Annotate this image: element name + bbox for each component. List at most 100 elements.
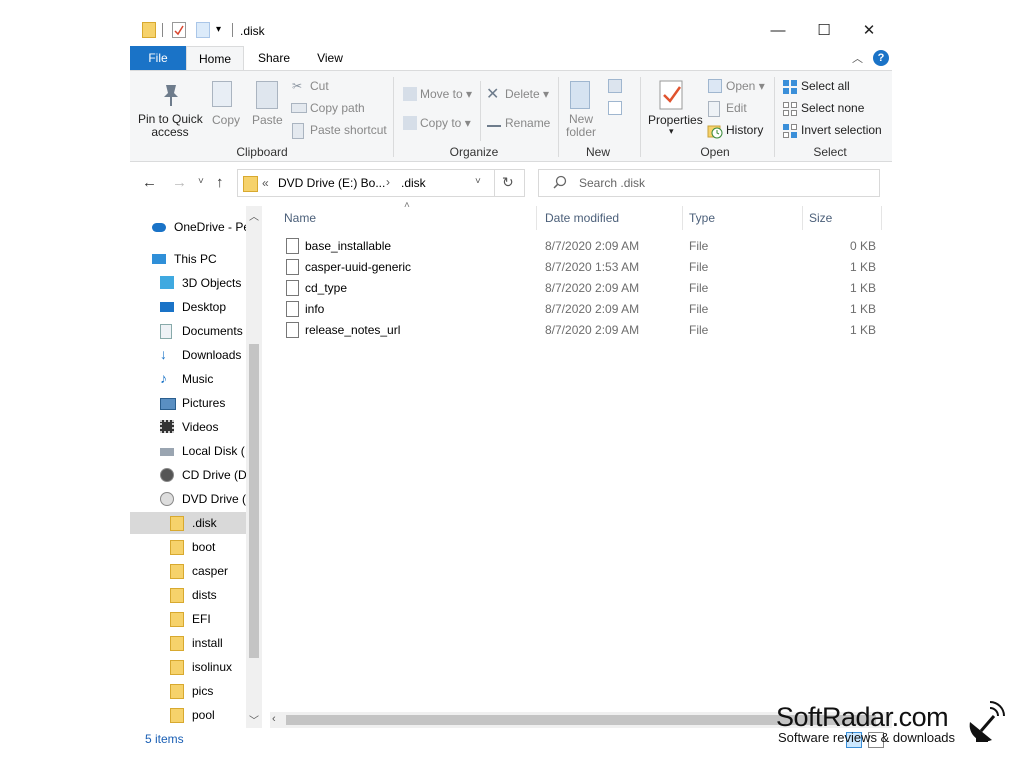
navigation-bar: ← → ˅ ↑ « DVD Drive (E:) Bo... › .disk ˅…	[130, 166, 892, 200]
collapse-ribbon-icon[interactable]: ︿	[852, 50, 863, 66]
close-button[interactable]: ✕	[855, 20, 883, 42]
navigation-pane: OneDrive - Pe This PC 3D Objects Desktop Doc…	[130, 206, 262, 728]
scroll-down-icon[interactable]: ﹀	[249, 712, 259, 727]
cut-button[interactable]: Cut	[310, 79, 329, 93]
back-arrow-icon[interactable]: ←	[142, 174, 157, 191]
nav-item-label: install	[192, 636, 223, 650]
delete-button[interactable]: Delete ▾	[505, 87, 549, 101]
nav-item[interactable]: 3D Objects	[130, 272, 262, 294]
scroll-thumb[interactable]	[249, 344, 259, 658]
invert-selection-button[interactable]: Invert selection	[801, 123, 882, 137]
nav-item[interactable]: casper	[130, 560, 262, 582]
breadcrumb-dvd-drive[interactable]: DVD Drive (E:) Bo...	[278, 176, 385, 190]
paste-icon	[256, 81, 278, 109]
history-button[interactable]: History	[726, 123, 763, 137]
nav-item[interactable]: ♪ Music	[130, 368, 262, 390]
customize-quick-access-icon[interactable]: ▾	[216, 24, 221, 35]
new-item-icon[interactable]	[608, 79, 622, 93]
column-date-modified[interactable]: Date modified	[545, 211, 619, 225]
nav-item[interactable]: Pictures	[130, 392, 262, 414]
easy-access-icon[interactable]	[608, 101, 622, 115]
nav-item[interactable]: CD Drive (D	[130, 464, 262, 486]
nav-item[interactable]: Documents	[130, 320, 262, 342]
nav-pane-scrollbar[interactable]: ︿ ﹀	[246, 206, 262, 728]
nav-item[interactable]: Local Disk (	[130, 440, 262, 462]
minimize-button[interactable]: —	[764, 20, 792, 42]
nav-item-label: Documents	[182, 324, 243, 338]
nav-item-label: Desktop	[182, 300, 227, 314]
column-size[interactable]: Size	[809, 211, 832, 225]
column-name[interactable]: Name	[284, 211, 316, 225]
file-row[interactable]: base_installable 8/7/2020 2:09 AM File 0 KB	[276, 236, 882, 257]
recent-locations-icon[interactable]: ˅	[198, 176, 204, 187]
nav-item[interactable]: .disk	[130, 512, 262, 534]
new-folder-icon[interactable]	[196, 22, 210, 38]
nav-item[interactable]: This PC	[130, 248, 262, 270]
paste-shortcut-button[interactable]: Paste shortcut	[310, 123, 387, 137]
file-row[interactable]: cd_type 8/7/2020 2:09 AM File 1 KB	[276, 278, 882, 299]
tab-home[interactable]: Home	[186, 46, 244, 70]
properties-button[interactable]: Properties	[648, 113, 703, 127]
nav-item-label: boot	[192, 540, 216, 554]
copy-button[interactable]: Copy	[212, 113, 240, 127]
file-date-modified: 8/7/2020 2:09 AM	[545, 281, 640, 295]
new-folder-button[interactable]: New folder	[566, 113, 596, 139]
nav-item[interactable]: install	[130, 632, 262, 654]
select-all-button[interactable]: Select all	[801, 79, 850, 93]
refresh-icon[interactable]: ↻	[502, 174, 514, 191]
file-icon	[286, 280, 299, 296]
nav-item[interactable]: ↓ Downloads	[130, 344, 262, 366]
file-icon	[286, 301, 299, 317]
breadcrumb-overflow[interactable]: «	[262, 176, 269, 190]
scroll-up-icon[interactable]: ︿	[249, 208, 259, 223]
move-to-button[interactable]: Move to ▾	[420, 87, 472, 101]
nav-item[interactable]: DVD Drive (	[130, 488, 262, 510]
properties-dropdown-icon[interactable]: ▾	[669, 126, 674, 137]
rename-button[interactable]: Rename	[505, 116, 550, 130]
paste-button[interactable]: Paste	[252, 113, 283, 127]
tab-file[interactable]: File	[130, 46, 186, 70]
maximize-button[interactable]: ☐	[810, 20, 838, 42]
nav-item[interactable]: pool	[130, 704, 262, 726]
tab-view[interactable]: View	[304, 46, 356, 70]
breadcrumb-disk[interactable]: .disk	[401, 176, 426, 190]
select-none-button[interactable]: Select none	[801, 101, 864, 115]
file-icon	[286, 238, 299, 254]
copy-to-button[interactable]: Copy to ▾	[420, 116, 471, 130]
open-button[interactable]: Open ▾	[726, 79, 765, 93]
tab-share[interactable]: Share	[244, 46, 304, 70]
nav-item[interactable]: Videos	[130, 416, 262, 438]
nav-item[interactable]: OneDrive - Pe	[130, 216, 262, 238]
forward-arrow-icon[interactable]: →	[172, 174, 187, 191]
file-row[interactable]: release_notes_url 8/7/2020 2:09 AM File 1 K…	[276, 320, 882, 341]
move-to-icon	[403, 87, 417, 101]
help-icon[interactable]: ?	[873, 50, 889, 66]
nav-item[interactable]: boot	[130, 536, 262, 558]
edit-button[interactable]: Edit	[726, 101, 747, 115]
nav-item[interactable]: EFI	[130, 608, 262, 630]
nav-item[interactable]: isolinux	[130, 656, 262, 678]
new-group-label: New	[585, 145, 610, 159]
copy-path-button[interactable]: Copy path	[310, 101, 365, 115]
address-dropdown-icon[interactable]: ˅	[475, 176, 481, 187]
file-row[interactable]: casper-uuid-generic 8/7/2020 1:53 AM File 1…	[276, 257, 882, 278]
nav-item[interactable]: Desktop	[130, 296, 262, 318]
nav-item-label: 3D Objects	[182, 276, 242, 290]
file-name: cd_type	[305, 281, 348, 295]
address-bar[interactable]: « DVD Drive (E:) Bo... › .disk ˅ ↻	[237, 169, 525, 197]
properties-icon[interactable]	[172, 22, 186, 38]
up-arrow-icon[interactable]: ↑	[216, 174, 224, 191]
search-box[interactable]: Search .disk	[538, 169, 880, 197]
history-icon	[707, 123, 723, 139]
pin-to-quick-access-button[interactable]: Pin to Quick access	[138, 113, 203, 139]
nav-item[interactable]: dists	[130, 584, 262, 606]
column-type[interactable]: Type	[689, 211, 715, 225]
nav-item-label: CD Drive (D	[182, 468, 247, 482]
rename-icon	[487, 117, 501, 127]
scroll-left-icon[interactable]: ‹	[272, 713, 276, 725]
new-folder-large-icon	[570, 81, 590, 109]
breadcrumb-separator[interactable]: ›	[386, 175, 390, 189]
folder-icon	[170, 564, 184, 579]
file-row[interactable]: info 8/7/2020 2:09 AM File 1 KB	[276, 299, 882, 320]
nav-item[interactable]: pics	[130, 680, 262, 702]
